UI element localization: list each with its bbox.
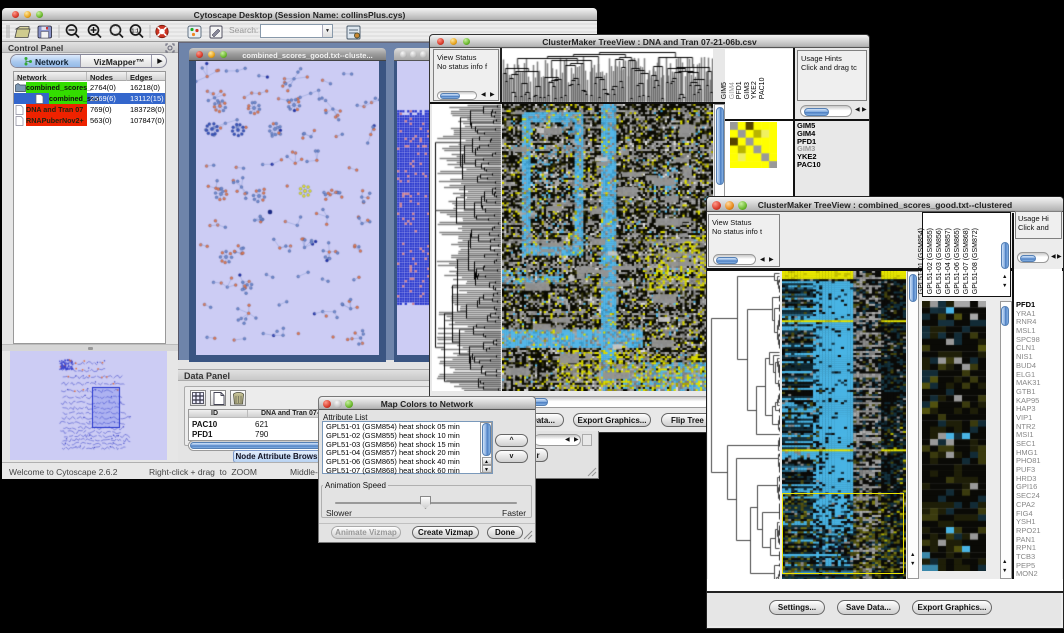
svg-text:1:1: 1:1 xyxy=(132,29,139,35)
